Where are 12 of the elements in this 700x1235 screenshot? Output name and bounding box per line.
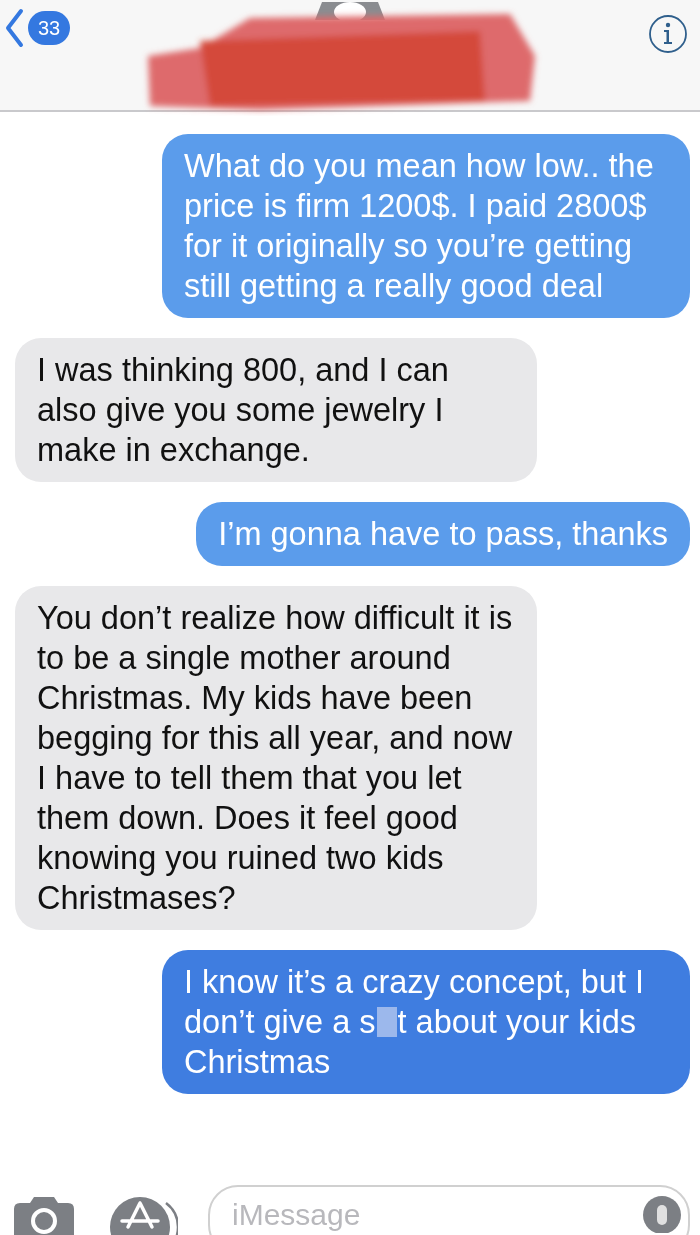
message-bubble: What do you mean how low.. the price is firm 1200$. I paid 2800$ for it originally so you’re getting still getting a really good deal: [162, 134, 690, 318]
message-bubble: I was thinking 800, and I can also give you some jewelry I make in exchange.: [15, 338, 537, 482]
unread-count[interactable]: 33: [28, 11, 71, 45]
camera-icon[interactable]: [12, 1195, 76, 1235]
microphone-icon[interactable]: [642, 1193, 682, 1233]
app-store-icon[interactable]: [108, 1195, 178, 1235]
message-field[interactable]: iMessage: [208, 1185, 690, 1235]
back-icon[interactable]: [4, 8, 24, 48]
message-bubble: You don’t realize how difficult it is to be a single mother around Christmas. My kids have been begging for this all year, and now I have to tell them that you let them down. Does it feel good knowing you ruined two kids Christmases?: [15, 586, 537, 930]
message-bubble: I know it’s a crazy concept, but I don’t give a s t about your kids Christmas: [162, 950, 690, 1094]
info-icon[interactable]: [648, 14, 688, 54]
message-bubble: I’m gonna have to pass, thanks: [196, 502, 690, 566]
